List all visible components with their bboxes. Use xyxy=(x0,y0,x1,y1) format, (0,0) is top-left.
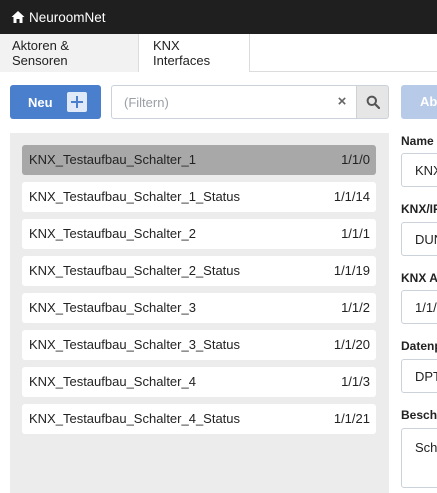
name-label: Name d xyxy=(401,134,437,148)
list-item[interactable]: KNX_Testaufbau_Schalter_2 1/1/1 xyxy=(22,219,376,249)
description-label: Beschr xyxy=(401,408,437,422)
description-value: Scha xyxy=(415,440,437,455)
abort-button-label: Ab xyxy=(420,94,437,109)
new-button[interactable]: Neu xyxy=(10,85,101,119)
datapoint-label: Datenp xyxy=(401,339,437,353)
item-address: 1/1/19 xyxy=(333,263,370,278)
description-textarea[interactable]: Scha xyxy=(401,428,437,488)
item-name: KNX_Testaufbau_Schalter_1 xyxy=(29,152,196,167)
item-address: 1/1/0 xyxy=(341,152,370,167)
interface-value: DUN xyxy=(415,232,437,247)
list-item[interactable]: KNX_Testaufbau_Schalter_1_Status 1/1/14 xyxy=(22,182,376,212)
list-item[interactable]: KNX_Testaufbau_Schalter_4_Status 1/1/21 xyxy=(22,404,376,434)
list-item[interactable]: KNX_Testaufbau_Schalter_3 1/1/2 xyxy=(22,293,376,323)
search-icon xyxy=(366,95,380,109)
tab-label: Aktoren & Sensoren xyxy=(12,38,70,68)
tab-label: KNX Interfaces xyxy=(153,38,211,68)
home-icon[interactable] xyxy=(11,10,25,24)
datapoint-value: DPT xyxy=(415,369,437,384)
item-name: KNX_Testaufbau_Schalter_4_Status xyxy=(29,411,241,426)
item-address: 1/1/2 xyxy=(341,300,370,315)
tab-aktoren-sensoren[interactable]: Aktoren & Sensoren xyxy=(0,34,139,72)
list-item[interactable]: KNX_Testaufbau_Schalter_4 1/1/3 xyxy=(22,367,376,397)
abort-button[interactable]: Ab xyxy=(401,85,437,119)
item-address: 1/1/14 xyxy=(333,189,370,204)
address-value: 1/1/ xyxy=(415,300,437,315)
search-button[interactable] xyxy=(356,85,389,119)
device-list-panel: KNX_Testaufbau_Schalter_1 1/1/0 KNX_Test… xyxy=(10,133,389,493)
filter-input[interactable] xyxy=(111,85,356,119)
interface-label: KNX/IP xyxy=(401,202,437,216)
address-field[interactable]: 1/1/ xyxy=(401,290,437,324)
new-button-label: Neu xyxy=(28,94,53,110)
item-address: 1/1/20 xyxy=(333,337,370,352)
tab-bar: Aktoren & Sensoren KNX Interfaces xyxy=(0,34,437,72)
datapoint-select[interactable]: DPT xyxy=(401,359,437,393)
item-name: KNX_Testaufbau_Schalter_2_Status xyxy=(29,263,241,278)
item-name: KNX_Testaufbau_Schalter_3_Status xyxy=(29,337,241,352)
item-address: 1/1/1 xyxy=(341,226,370,241)
list-item[interactable]: KNX_Testaufbau_Schalter_2_Status 1/1/19 xyxy=(22,256,376,286)
plus-icon xyxy=(67,92,87,112)
name-value: KNX xyxy=(415,163,437,178)
item-name: KNX_Testaufbau_Schalter_3 xyxy=(29,300,196,315)
item-address: 1/1/21 xyxy=(333,411,370,426)
item-name: KNX_Testaufbau_Schalter_4 xyxy=(29,374,196,389)
app-title[interactable]: NeuroomNet xyxy=(29,10,106,25)
item-name: KNX_Testaufbau_Schalter_2 xyxy=(29,226,196,241)
address-label: KNX A xyxy=(401,271,437,285)
name-field[interactable]: KNX xyxy=(401,153,437,187)
list-item[interactable]: KNX_Testaufbau_Schalter_1 1/1/0 xyxy=(22,145,376,175)
interface-select[interactable]: DUN xyxy=(401,222,437,256)
tab-knx-interfaces[interactable]: KNX Interfaces xyxy=(139,34,250,72)
item-name: KNX_Testaufbau_Schalter_1_Status xyxy=(29,189,241,204)
clear-filter-icon[interactable]: × xyxy=(334,93,350,111)
item-address: 1/1/3 xyxy=(341,374,370,389)
top-navbar: NeuroomNet xyxy=(0,0,437,34)
list-item[interactable]: KNX_Testaufbau_Schalter_3_Status 1/1/20 xyxy=(22,330,376,360)
